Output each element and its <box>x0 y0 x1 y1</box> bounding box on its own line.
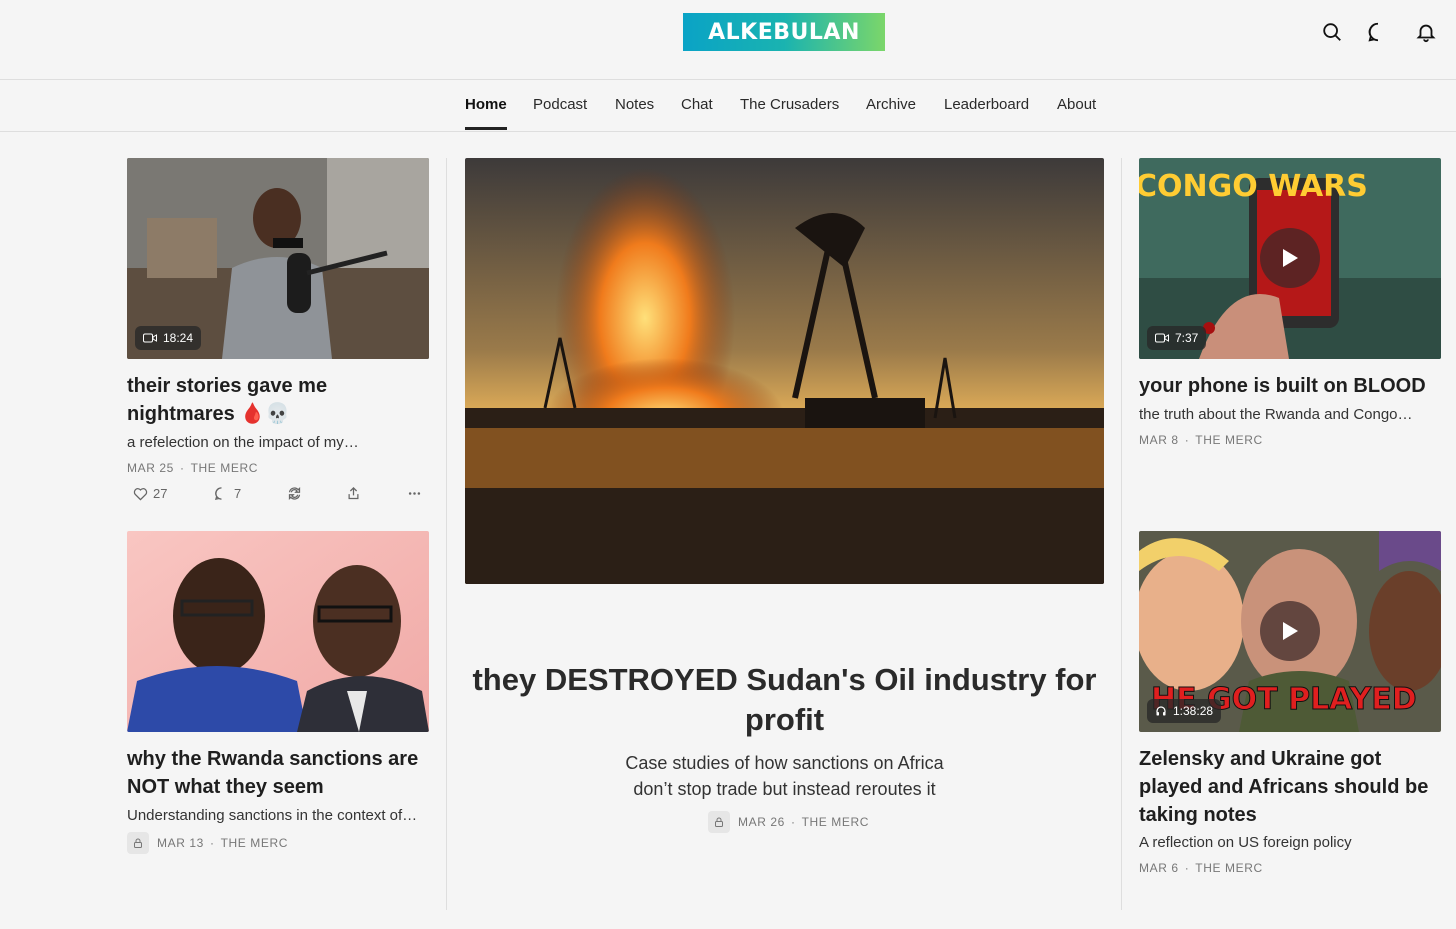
play-button[interactable] <box>1260 228 1320 288</box>
audio-duration-badge: 1:38:28 <box>1147 699 1222 723</box>
post-meta: MAR 13 · THE MERC <box>127 832 288 854</box>
post-date: MAR 26 <box>738 815 785 829</box>
bell-icon[interactable] <box>1414 20 1438 44</box>
like-button[interactable]: 27 <box>133 486 167 501</box>
nav-leaderboard[interactable]: Leaderboard <box>944 96 1029 113</box>
post-title[interactable]: Zelensky and Ukraine got played and Afri… <box>1139 745 1441 829</box>
lock-icon <box>708 811 730 833</box>
meta-separator: · <box>1184 433 1190 447</box>
column-divider <box>446 158 447 910</box>
search-icon[interactable] <box>1320 20 1344 44</box>
post-author[interactable]: THE MERC <box>221 836 288 850</box>
active-tab-indicator <box>465 127 507 130</box>
like-count: 27 <box>153 486 168 501</box>
post-meta: MAR 26 · THE MERC <box>708 811 869 833</box>
nav-notes[interactable]: Notes <box>615 96 654 113</box>
hero-post-subtitle: Case studies of how sanctions on Africa … <box>625 753 944 799</box>
duration-text: 1:38:28 <box>1173 704 1214 718</box>
post-meta: MAR 25 · THE MERC <box>127 461 258 475</box>
restack-button[interactable] <box>287 486 302 501</box>
meta-separator: · <box>209 836 215 850</box>
nav-home[interactable]: Home <box>465 96 507 113</box>
headphones-icon <box>1156 706 1166 716</box>
post-date: MAR 25 <box>127 461 174 475</box>
heart-icon <box>133 487 148 501</box>
meta-separator: · <box>1184 861 1190 875</box>
post-meta: MAR 6 · THE MERC <box>1139 861 1263 875</box>
hero-post-title[interactable]: they DESTROYED Sudan's Oil industry for … <box>465 660 1104 740</box>
post-thumbnail-podcast[interactable]: HE GOT PLAYED 1:38:28 <box>1139 531 1441 732</box>
video-duration-badge: 7:37 <box>1147 326 1207 350</box>
nav-podcast[interactable]: Podcast <box>533 96 587 113</box>
chat-bubble-icon[interactable] <box>1366 20 1390 44</box>
post-meta: MAR 8 · THE MERC <box>1139 433 1263 447</box>
video-duration-badge: 18:24 <box>135 326 202 350</box>
duration-text: 7:37 <box>1175 331 1199 345</box>
column-divider <box>1121 158 1122 910</box>
nav-archive[interactable]: Archive <box>866 96 916 113</box>
post-title[interactable]: their stories gave me nightmares 🩸💀 <box>127 372 427 428</box>
ellipsis-icon <box>408 492 421 495</box>
post-subtitle: a refelection on the impact of my… <box>127 434 359 451</box>
video-camera-icon <box>1155 333 1169 343</box>
meta-separator: · <box>790 815 796 829</box>
comment-button[interactable]: 7 <box>214 486 241 501</box>
post-subtitle: A reflection on US foreign policy <box>1139 834 1352 851</box>
post-author[interactable]: THE MERC <box>1195 861 1262 875</box>
post-date: MAR 6 <box>1139 861 1179 875</box>
post-thumbnail-video[interactable]: 18:24 <box>127 158 429 359</box>
nav-about[interactable]: About <box>1057 96 1096 113</box>
post-author[interactable]: THE MERC <box>802 815 869 829</box>
thumbnail-text-congo: CONGO WARS <box>1139 169 1368 204</box>
more-options-button[interactable] <box>407 486 422 501</box>
post-author[interactable]: THE MERC <box>1195 433 1262 447</box>
duration-text: 18:24 <box>163 331 194 345</box>
meta-separator: · <box>179 461 185 475</box>
post-date: MAR 8 <box>1139 433 1179 447</box>
post-actions: 27 7 <box>127 486 427 506</box>
site-logo[interactable]: ALKEBULAN <box>683 13 885 51</box>
top-bar: ALKEBULAN <box>0 0 1456 80</box>
post-thumbnail[interactable] <box>127 531 429 732</box>
post-title[interactable]: why the Rwanda sanctions are NOT what th… <box>127 745 427 801</box>
nav-chat[interactable]: Chat <box>681 96 713 113</box>
post-title[interactable]: your phone is built on BLOOD <box>1139 372 1441 400</box>
play-icon <box>1283 249 1298 267</box>
share-icon <box>348 486 359 500</box>
lock-icon <box>127 832 149 854</box>
post-subtitle: the truth about the Rwanda and Congo… <box>1139 406 1413 423</box>
post-author[interactable]: THE MERC <box>191 461 258 475</box>
comment-count: 7 <box>234 486 242 501</box>
play-icon <box>1283 622 1298 640</box>
main-nav: Home Podcast Notes Chat The Crusaders Ar… <box>0 80 1456 132</box>
post-date: MAR 13 <box>157 836 204 850</box>
play-button[interactable] <box>1260 601 1320 661</box>
restack-icon <box>288 486 301 501</box>
post-subtitle: Understanding sanctions in the context o… <box>127 807 418 824</box>
hero-post-image[interactable] <box>465 158 1104 584</box>
nav-the-crusaders[interactable]: The Crusaders <box>740 96 839 113</box>
comment-icon <box>214 487 222 500</box>
video-camera-icon <box>143 333 157 343</box>
post-thumbnail-video[interactable]: CONGO WARS 7:37 <box>1139 158 1441 359</box>
share-button[interactable] <box>346 486 361 501</box>
